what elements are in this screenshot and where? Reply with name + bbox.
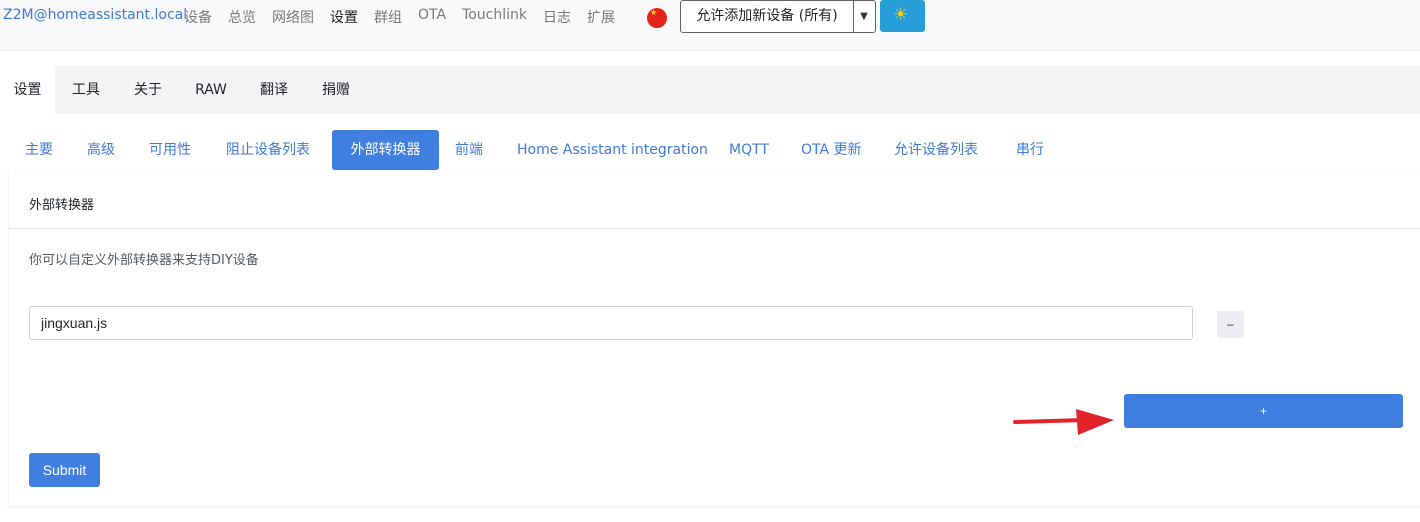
nav-link-extensions[interactable]: 扩展 (587, 7, 615, 27)
nav-link-touchlink[interactable]: Touchlink (462, 7, 527, 27)
permit-join-button[interactable]: 允许添加新设备 (所有) (681, 1, 854, 32)
subtab-main[interactable]: 主要 (25, 130, 53, 170)
nav-link-dashboard[interactable]: 总览 (228, 7, 256, 27)
nav-link-map[interactable]: 网络图 (272, 7, 314, 27)
chevron-down-icon[interactable]: ▼ (853, 1, 875, 32)
remove-converter-button[interactable]: – (1217, 311, 1244, 338)
red-arrow-icon (1013, 409, 1114, 435)
subtab-passlist[interactable]: 允许设备列表 (894, 130, 978, 170)
external-converters-card: 外部转换器 你可以自定义外部转换器来支持DIY设备 – + Submit (9, 170, 1420, 506)
nav-links: 设备 总览 网络图 设置 群组 OTA Touchlink 日志 扩展 (184, 7, 631, 27)
permit-join-button-group: 允许添加新设备 (所有) ▼ (680, 0, 876, 33)
converter-input[interactable] (29, 306, 1193, 340)
tab-raw[interactable]: RAW (186, 66, 236, 114)
main-tabs: 设置 工具 关于 RAW 翻译 捐赠 (0, 66, 1420, 114)
subtab-mqtt[interactable]: MQTT (729, 130, 769, 170)
nav-link-logs[interactable]: 日志 (543, 7, 571, 27)
subtab-external-converters[interactable]: 外部转换器 (332, 130, 439, 170)
card-description: 你可以自定义外部转换器来支持DIY设备 (29, 253, 259, 268)
subtab-ota[interactable]: OTA 更新 (801, 130, 862, 170)
subtab-blocklist[interactable]: 阻止设备列表 (226, 130, 310, 170)
tab-tools[interactable]: 工具 (62, 66, 110, 114)
tab-about[interactable]: 关于 (124, 66, 172, 114)
nav-link-devices[interactable]: 设备 (184, 7, 212, 27)
flag-star-icon: ★ (650, 8, 658, 17)
card-title: 外部转换器 (29, 198, 95, 213)
cn-flag-icon[interactable]: ★ (647, 8, 667, 28)
nav-link-groups[interactable]: 群组 (374, 7, 402, 27)
top-navbar: Z2M@homeassistant.local 设备 总览 网络图 设置 群组 … (0, 0, 1420, 51)
nav-link-settings[interactable]: 设置 (330, 7, 358, 27)
submit-button[interactable]: Submit (29, 453, 100, 487)
divider (9, 228, 1420, 229)
subtab-availability[interactable]: 可用性 (149, 130, 191, 170)
tab-settings[interactable]: 设置 (0, 66, 55, 114)
sun-icon: ☀ (893, 5, 909, 25)
tab-translate[interactable]: 翻译 (250, 66, 298, 114)
theme-toggle-button[interactable]: ☀ (880, 0, 925, 32)
nav-link-ota[interactable]: OTA (418, 7, 446, 27)
subtab-frontend[interactable]: 前端 (455, 130, 483, 170)
subtab-home-assistant[interactable]: Home Assistant integration (517, 130, 708, 170)
brand-link[interactable]: Z2M@homeassistant.local (3, 7, 187, 23)
add-converter-button[interactable]: + (1124, 394, 1403, 428)
subtab-advanced[interactable]: 高级 (87, 130, 115, 170)
subtab-serial[interactable]: 串行 (1016, 130, 1044, 170)
tab-donate[interactable]: 捐赠 (312, 66, 360, 114)
